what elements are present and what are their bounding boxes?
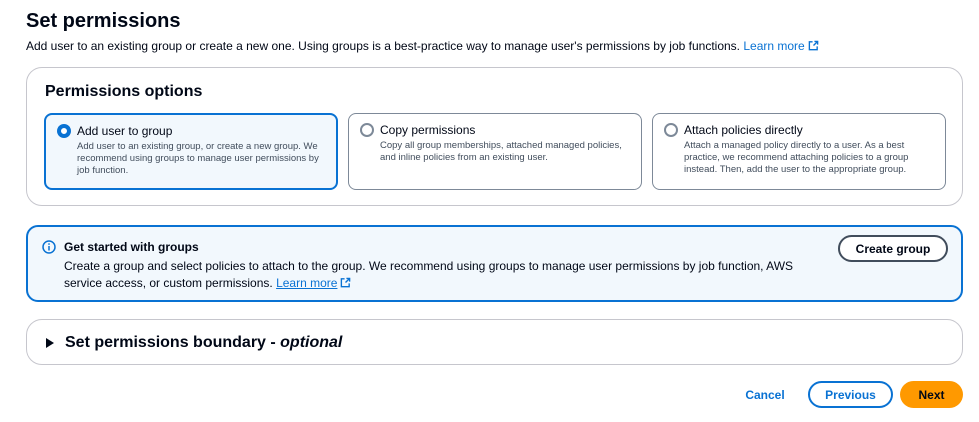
radio-unselected-icon[interactable] (360, 123, 374, 137)
info-alert-text: Create a group and select policies to at… (64, 259, 794, 290)
option-attach-policies-directly[interactable]: Attach policies directly Attach a manage… (652, 113, 946, 190)
cancel-button[interactable]: Cancel (736, 381, 794, 408)
info-icon (42, 240, 56, 254)
radio-selected-icon[interactable] (57, 124, 71, 138)
create-group-button[interactable]: Create group (838, 235, 948, 262)
permissions-boundary-expander[interactable]: Set permissions boundary - optional (26, 319, 963, 365)
next-button[interactable]: Next (900, 381, 963, 408)
caret-right-icon[interactable] (46, 338, 54, 348)
external-link-icon (808, 40, 819, 51)
option-description: Attach a managed policy directly to a us… (684, 140, 909, 175)
previous-button[interactable]: Previous (808, 381, 893, 408)
boundary-optional-text: optional (280, 334, 343, 351)
option-label: Add user to group (77, 124, 173, 138)
info-alert-body: Create a group and select policies to at… (64, 258, 804, 292)
boundary-title-text: Set permissions boundary - (65, 334, 281, 351)
page-description-text: Add user to an existing group or create … (26, 39, 740, 53)
option-description: Add user to an existing group, or create… (77, 141, 319, 176)
info-alert-title: Get started with groups (64, 240, 199, 254)
option-copy-permissions[interactable]: Copy permissions Copy all group membersh… (348, 113, 642, 190)
option-add-user-to-group[interactable]: Add user to group Add user to an existin… (44, 113, 338, 190)
info-learn-more-link[interactable]: Learn more (276, 276, 337, 290)
option-description: Copy all group memberships, attached man… (380, 140, 622, 163)
permissions-options-panel: Permissions options Add user to group Ad… (26, 67, 963, 206)
boundary-title: Set permissions boundary - optional (65, 334, 342, 352)
info-alert: Get started with groups Create a group a… (26, 225, 963, 302)
radio-unselected-icon[interactable] (664, 123, 678, 137)
learn-more-label: Learn more (743, 39, 805, 53)
page-description: Add user to an existing group or create … (26, 39, 819, 53)
option-label: Attach policies directly (684, 123, 803, 137)
permissions-options-title: Permissions options (45, 83, 203, 100)
option-label: Copy permissions (380, 123, 476, 137)
learn-more-link[interactable]: Learn more (743, 39, 819, 53)
page-title: Set permissions (26, 10, 181, 32)
info-learn-more-label: Learn more (276, 276, 338, 290)
external-link-icon (341, 277, 351, 288)
